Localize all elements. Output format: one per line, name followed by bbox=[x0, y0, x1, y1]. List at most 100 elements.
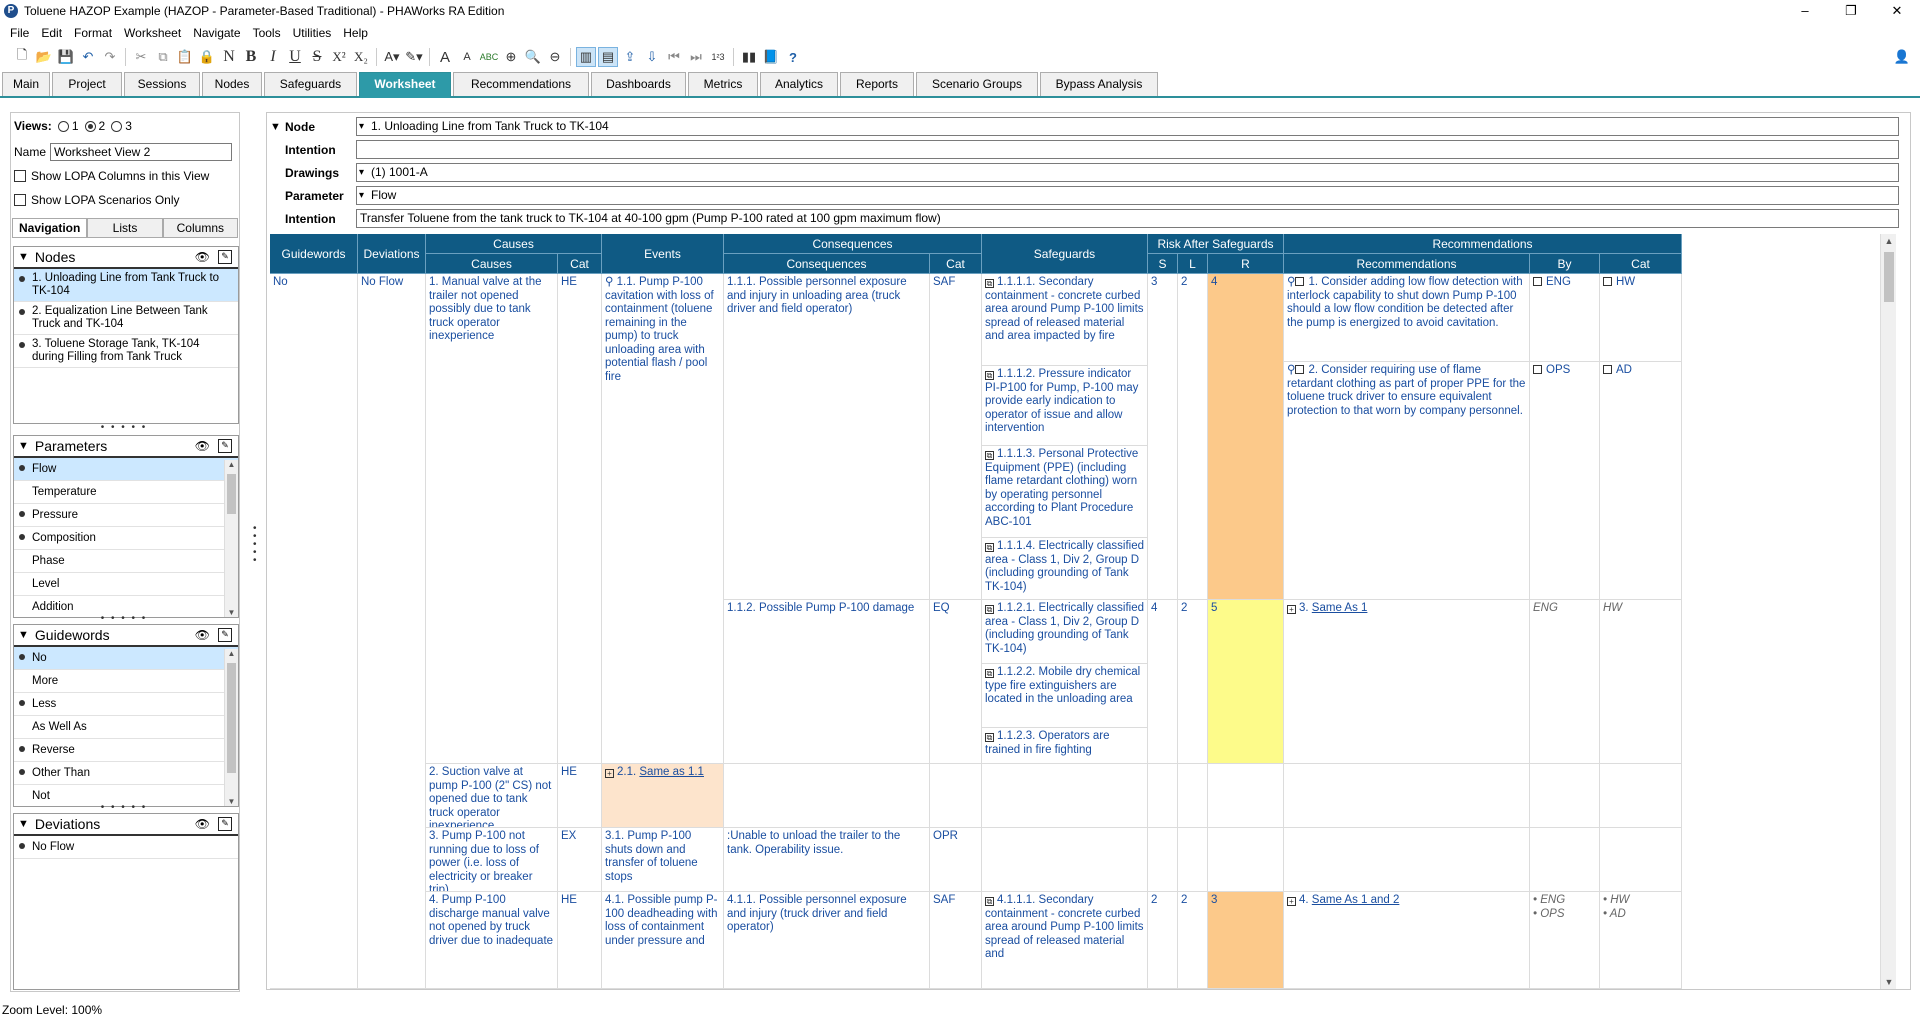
zoom-out-icon[interactable]: ⊖ bbox=[545, 47, 565, 67]
cause-cell[interactable]: 2. Suction valve at pump P-100 (2" CS) n… bbox=[426, 764, 558, 828]
col-header-recommendations[interactable]: Recommendations bbox=[1284, 254, 1530, 274]
safeguard-cell[interactable] bbox=[982, 828, 1148, 892]
by-cell[interactable] bbox=[1530, 828, 1600, 892]
tab-main[interactable]: Main bbox=[2, 72, 50, 96]
rec-cat-cell[interactable] bbox=[1600, 764, 1682, 828]
col-header-r[interactable]: R bbox=[1208, 254, 1284, 274]
likelihood-cell[interactable] bbox=[1178, 764, 1208, 828]
tab-nodes[interactable]: Nodes bbox=[202, 72, 262, 96]
col-header-guidewords[interactable]: Guidewords bbox=[270, 234, 358, 274]
tab-bypass-analysis[interactable]: Bypass Analysis bbox=[1040, 72, 1158, 96]
parameter-item[interactable]: Flow bbox=[14, 458, 238, 481]
parameter-item[interactable]: Level bbox=[14, 573, 238, 596]
by-checkbox[interactable] bbox=[1533, 277, 1542, 286]
undo-icon[interactable]: ↶ bbox=[78, 47, 98, 67]
tab-navigation[interactable]: Navigation bbox=[12, 218, 88, 237]
cause-cell[interactable]: 1. Manual valve at the trailer not opene… bbox=[426, 274, 558, 764]
recommendation-cell[interactable]: ⚲ 2. Consider requiring use of flame reta… bbox=[1284, 362, 1530, 600]
font-color-icon[interactable]: A▾ bbox=[382, 47, 402, 67]
consequence-cat-cell[interactable]: OPR bbox=[930, 828, 982, 892]
consequence-cat-cell[interactable] bbox=[930, 764, 982, 828]
spellcheck-icon[interactable]: ABC bbox=[479, 47, 499, 67]
guideword-item[interactable]: As Well As bbox=[14, 716, 238, 739]
tab-dashboards[interactable]: Dashboards bbox=[591, 72, 686, 96]
guideword-item[interactable]: Other Than bbox=[14, 762, 238, 785]
severity-cell[interactable]: 2 bbox=[1148, 892, 1178, 989]
safeguard-cell[interactable]: ⧉ 1.1.2.1. Electrically classified area -… bbox=[982, 600, 1148, 664]
col-header-s[interactable]: S bbox=[1148, 254, 1178, 274]
tab-columns[interactable]: Columns bbox=[162, 218, 238, 237]
parameter-item[interactable]: Composition bbox=[14, 527, 238, 550]
resize-grip[interactable]: • • • • • bbox=[11, 802, 237, 813]
tab-metrics[interactable]: Metrics bbox=[688, 72, 758, 96]
rec-cat-cell[interactable]: AD bbox=[1600, 362, 1682, 600]
by-cell[interactable]: ENG bbox=[1530, 600, 1600, 764]
deviation-cell[interactable]: No Flow bbox=[358, 274, 426, 989]
scroll-up-icon[interactable]: ▲ bbox=[225, 649, 238, 658]
recommendation-cell[interactable]: +4. Same As 1 and 2 bbox=[1284, 892, 1530, 989]
insert-row-icon[interactable]: ⇪ bbox=[620, 47, 640, 67]
parameter-item[interactable]: Temperature bbox=[14, 481, 238, 504]
node-dropdown[interactable]: 1. Unloading Line from Tank Truck to TK-… bbox=[356, 117, 1899, 136]
user-icon[interactable]: 👤 bbox=[1892, 47, 1912, 67]
bold-icon[interactable]: B bbox=[241, 47, 261, 67]
last-record-icon[interactable]: ⏭ bbox=[686, 47, 706, 67]
intention-field[interactable] bbox=[356, 140, 1899, 159]
menu-file[interactable]: File bbox=[4, 26, 35, 40]
view-name-input[interactable]: Worksheet View 2 bbox=[50, 143, 233, 161]
severity-cell[interactable] bbox=[1148, 764, 1178, 828]
same-as-link[interactable]: Same As 1 and 2 bbox=[1312, 894, 1400, 906]
zoom-in-icon[interactable]: ⊕ bbox=[501, 47, 521, 67]
view-radio-2[interactable] bbox=[84, 120, 96, 132]
likelihood-cell[interactable] bbox=[1178, 828, 1208, 892]
eye-icon[interactable]: 👁 bbox=[195, 250, 210, 264]
close-icon[interactable]: ✕ bbox=[1874, 0, 1920, 22]
severity-cell[interactable]: 4 bbox=[1148, 600, 1178, 764]
renumber-icon[interactable]: 1²3 bbox=[708, 47, 728, 67]
open-folder-icon[interactable]: 📂 bbox=[34, 47, 54, 67]
col-header-cause-cat[interactable]: Cat bbox=[558, 254, 602, 274]
eye-icon[interactable]: 👁 bbox=[195, 817, 210, 831]
help-icon[interactable]: ? bbox=[783, 47, 803, 67]
view-layout-1-icon[interactable]: ▥ bbox=[576, 47, 596, 67]
likelihood-cell[interactable]: 2 bbox=[1178, 892, 1208, 989]
tab-sessions[interactable]: Sessions bbox=[124, 72, 200, 96]
collapse-icon[interactable]: ▼ bbox=[18, 629, 29, 641]
rec-cat-cell[interactable]: HW bbox=[1600, 600, 1682, 764]
safeguard-cell[interactable]: ⧉ 1.1.1.1. Secondary containment - concre… bbox=[982, 274, 1148, 366]
normal-text-icon[interactable]: N bbox=[219, 47, 239, 67]
strikethrough-icon[interactable]: S bbox=[307, 47, 327, 67]
cut-icon[interactable]: ✂ bbox=[131, 47, 151, 67]
guideword-item[interactable]: Less bbox=[14, 693, 238, 716]
subscript-icon[interactable]: X₂ bbox=[351, 47, 371, 67]
grow-font-icon[interactable]: A bbox=[435, 47, 455, 67]
consequence-cell[interactable]: 1.1.2. Possible Pump P-100 damage bbox=[724, 600, 930, 764]
safeguard-cell[interactable]: ⧉ 1.1.1.3. Personal Protective Equipment … bbox=[982, 446, 1148, 538]
cause-cat-cell[interactable]: HE bbox=[558, 892, 602, 989]
resize-grip[interactable]: • • • • • bbox=[11, 422, 237, 433]
edit-icon[interactable]: ✎ bbox=[218, 250, 232, 264]
cause-cat-cell[interactable]: EX bbox=[558, 828, 602, 892]
menu-help[interactable]: Help bbox=[337, 26, 374, 40]
edit-icon[interactable]: ✎ bbox=[218, 628, 232, 642]
minimize-icon[interactable]: – bbox=[1782, 0, 1828, 22]
zoom-icon[interactable]: 🔍 bbox=[523, 47, 543, 67]
risk-cell[interactable]: 3 bbox=[1208, 892, 1284, 989]
menu-worksheet[interactable]: Worksheet bbox=[118, 26, 187, 40]
scroll-down-icon[interactable]: ▼ bbox=[1881, 977, 1896, 987]
consequence-cat-cell[interactable]: SAF bbox=[930, 274, 982, 600]
chart-icon[interactable]: ▮▮ bbox=[739, 47, 759, 67]
expand-icon[interactable]: + bbox=[1287, 605, 1296, 614]
menu-tools[interactable]: Tools bbox=[247, 26, 287, 40]
scroll-up-icon[interactable]: ▲ bbox=[1881, 236, 1896, 246]
event-cell[interactable]: +2.1. Same as 1.1 bbox=[602, 764, 724, 828]
insert-below-icon[interactable]: ⇩ bbox=[642, 47, 662, 67]
copy-icon[interactable]: ⧉ bbox=[153, 47, 173, 67]
eye-icon[interactable]: 👁 bbox=[195, 439, 210, 453]
tab-safeguards[interactable]: Safeguards bbox=[264, 72, 357, 96]
consequence-cat-cell[interactable]: SAF bbox=[930, 892, 982, 989]
maximize-icon[interactable]: ❐ bbox=[1828, 0, 1874, 22]
menu-format[interactable]: Format bbox=[68, 26, 118, 40]
tab-worksheet[interactable]: Worksheet bbox=[359, 72, 451, 98]
event-cell[interactable]: ⚲ 1.1. Pump P-100 cavitation with loss o… bbox=[602, 274, 724, 764]
